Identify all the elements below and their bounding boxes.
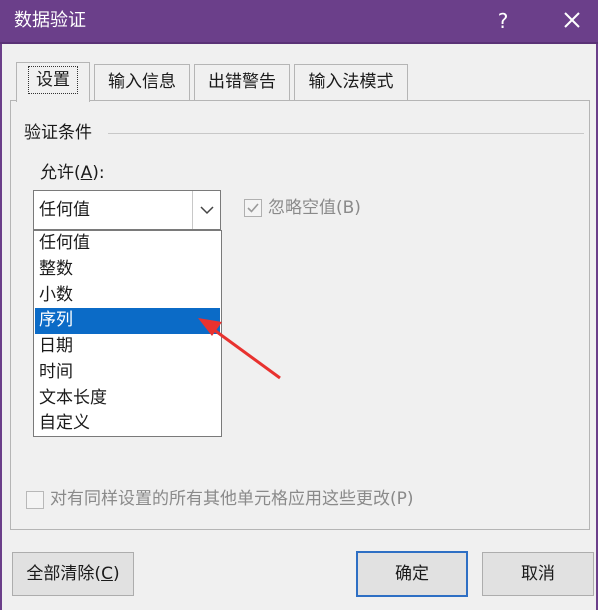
tab-input-message[interactable]: 输入信息 xyxy=(94,64,190,100)
clear-all-suffix: ) xyxy=(112,564,120,584)
cancel-button[interactable]: 取消 xyxy=(482,552,594,596)
allow-select-value: 任何值 xyxy=(39,200,90,220)
ignore-blank-label: 忽略空值(B) xyxy=(268,198,361,218)
apply-all-label: 对有同样设置的所有其他单元格应用这些更改(P) xyxy=(50,489,414,509)
dropdown-item-list[interactable]: 序列 xyxy=(35,308,220,334)
help-button[interactable]: ? xyxy=(488,6,518,36)
dropdown-item-integer[interactable]: 整数 xyxy=(35,257,220,283)
section-title: 验证条件 xyxy=(24,123,92,143)
allow-dropdown-list: 任何值 整数 小数 序列 日期 时间 文本长度 自定义 xyxy=(33,230,222,437)
dropdown-item-decimal[interactable]: 小数 xyxy=(35,283,220,309)
tab-label: 设置 xyxy=(28,66,78,94)
ok-button[interactable]: 确定 xyxy=(356,551,468,597)
clear-all-prefix: 全部清除( xyxy=(26,564,102,584)
tab-settings[interactable]: 设置 xyxy=(16,62,90,102)
apply-all-checkbox[interactable] xyxy=(26,491,44,509)
clear-all-accesskey: C xyxy=(101,564,113,584)
allow-label-suffix: ): xyxy=(92,163,105,183)
tab-error-alert[interactable]: 出错警告 xyxy=(194,64,290,100)
allow-label-accesskey: A xyxy=(80,163,93,183)
tab-label: 出错警告 xyxy=(208,72,276,92)
ignore-blank-checkbox[interactable] xyxy=(244,199,262,217)
checkmark-icon xyxy=(247,203,259,213)
tab-ime-mode[interactable]: 输入法模式 xyxy=(294,64,408,100)
dropdown-item-time[interactable]: 时间 xyxy=(35,360,220,386)
allow-select[interactable]: 任何值 xyxy=(33,190,221,230)
section-divider xyxy=(108,133,584,134)
dropdown-item-text-length[interactable]: 文本长度 xyxy=(35,386,220,412)
chevron-down-icon xyxy=(200,206,214,215)
dropdown-button[interactable] xyxy=(192,191,220,229)
tab-label: 输入信息 xyxy=(108,72,176,92)
allow-label: 允许(A): xyxy=(40,162,105,184)
dropdown-item-any[interactable]: 任何值 xyxy=(35,231,220,257)
close-button[interactable] xyxy=(556,4,588,36)
allow-label-prefix: 允许( xyxy=(40,163,81,183)
dropdown-item-custom[interactable]: 自定义 xyxy=(35,411,220,437)
dropdown-item-date[interactable]: 日期 xyxy=(35,334,220,360)
window-title: 数据验证 xyxy=(14,10,86,31)
tab-label: 输入法模式 xyxy=(308,72,394,92)
title-bar: 数据验证 ? xyxy=(0,0,598,44)
close-icon xyxy=(564,12,580,28)
clear-all-button[interactable]: 全部清除(C) xyxy=(12,552,134,596)
